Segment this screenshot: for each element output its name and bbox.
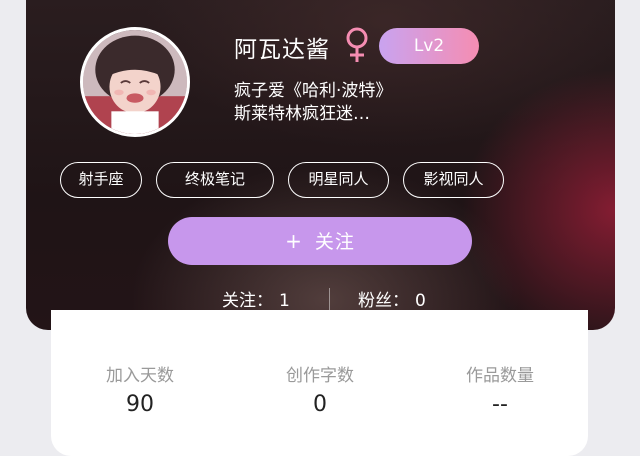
following-count[interactable]: 关注： 1 xyxy=(222,286,290,311)
fans-label: 粉丝： xyxy=(358,291,409,311)
stat-value: -- xyxy=(492,392,508,417)
follow-button-label: 关注 xyxy=(314,231,355,253)
plus-icon: + xyxy=(285,229,303,253)
tag-chip[interactable]: 射手座 xyxy=(60,162,142,198)
username: 阿瓦达酱 xyxy=(234,37,330,63)
female-icon xyxy=(346,27,368,62)
follow-counts: 关注： 1 粉丝： 0 xyxy=(26,286,615,312)
level-badge: Lv2 xyxy=(379,28,479,64)
stat-word-count: 创作字数 0 xyxy=(240,365,400,420)
following-value: 1 xyxy=(279,291,290,311)
bio: 疯子爱《哈利·波特》 斯莱特林疯狂迷… xyxy=(234,80,454,126)
stat-label: 作品数量 xyxy=(466,366,534,386)
bio-line: 斯莱特林疯狂迷… xyxy=(234,104,370,124)
stats-card: 加入天数 90 创作字数 0 作品数量 -- xyxy=(51,310,588,456)
avatar-image xyxy=(83,30,187,134)
count-divider xyxy=(329,288,330,310)
fans-value: 0 xyxy=(415,291,426,311)
tag-list: 射手座 终极笔记 明星同人 影视同人 xyxy=(60,162,504,198)
stat-value: 0 xyxy=(313,392,327,417)
stat-value: 90 xyxy=(126,392,154,417)
stat-label: 加入天数 xyxy=(106,366,174,386)
stat-label: 创作字数 xyxy=(286,366,354,386)
tag-chip[interactable]: 终极笔记 xyxy=(156,162,274,198)
following-label: 关注： xyxy=(222,291,273,311)
bio-line: 疯子爱《哈利·波特》 xyxy=(234,81,393,101)
follow-button[interactable]: + 关注 xyxy=(168,217,472,265)
stat-join-days: 加入天数 90 xyxy=(60,365,220,420)
fans-count[interactable]: 粉丝： 0 xyxy=(358,286,426,311)
tag-chip[interactable]: 影视同人 xyxy=(403,162,504,198)
avatar[interactable] xyxy=(80,27,190,137)
stat-works-count[interactable]: 作品数量 -- xyxy=(420,365,580,420)
tag-chip[interactable]: 明星同人 xyxy=(288,162,389,198)
profile-header-card: 阿瓦达酱 Lv2 疯子爱《哈利·波特》 斯莱特林疯狂迷… 射手座 终极笔记 明星… xyxy=(26,0,615,330)
